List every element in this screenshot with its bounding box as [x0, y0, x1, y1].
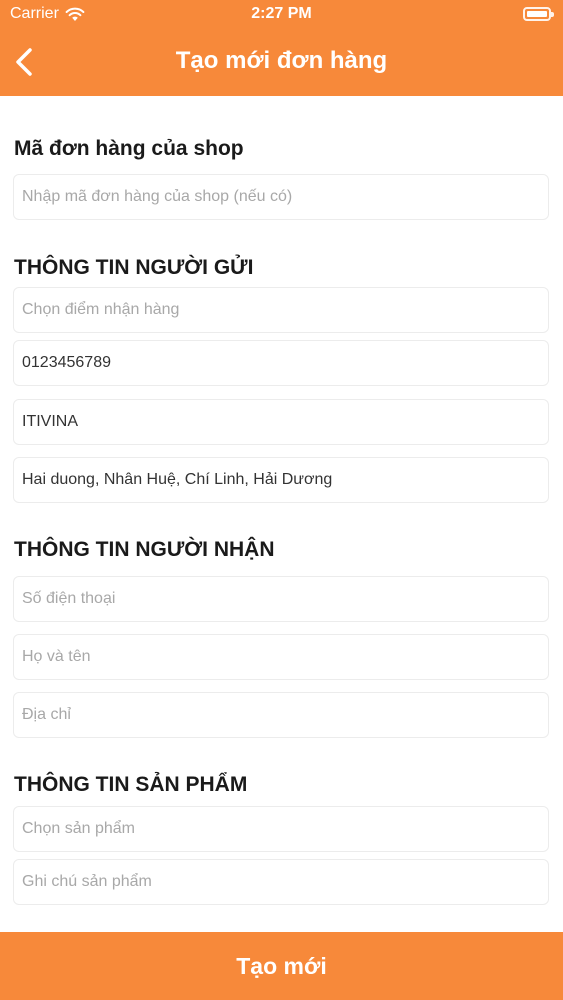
sender-name-input[interactable] — [13, 399, 549, 445]
sender-address-input[interactable] — [13, 457, 549, 503]
receiver-name-input[interactable] — [13, 634, 549, 680]
sender-phone-input[interactable] — [13, 340, 549, 386]
sender-section-label: THÔNG TIN NGƯỜI GỬI — [14, 256, 254, 279]
page-title: Tạo mới đơn hàng — [175, 47, 388, 74]
product-select[interactable]: Chọn sản phẩm — [13, 806, 549, 852]
product-section-label: THÔNG TIN SẢN PHẨM — [14, 773, 248, 796]
header: Carrier 2:27 PM Tạo mới đơn hàng — [0, 0, 563, 96]
pickup-point-select[interactable]: Chọn điểm nhận hàng — [13, 287, 549, 333]
receiver-phone-input[interactable] — [13, 576, 549, 622]
shop-order-label: Mã đơn hàng của shop — [14, 137, 244, 160]
receiver-address-input[interactable] — [13, 692, 549, 738]
battery-fill — [527, 11, 547, 17]
create-button[interactable]: Tạo mới — [0, 932, 563, 1000]
status-bar: Carrier 2:27 PM — [0, 0, 563, 30]
status-time: 2:27 PM — [251, 5, 312, 22]
battery-icon — [523, 7, 554, 21]
receiver-section-label: THÔNG TIN NGƯỜI NHẬN — [14, 538, 275, 561]
product-note-input[interactable] — [13, 859, 549, 905]
shop-order-input[interactable] — [13, 174, 549, 220]
nav-bar: Tạo mới đơn hàng — [0, 30, 563, 96]
